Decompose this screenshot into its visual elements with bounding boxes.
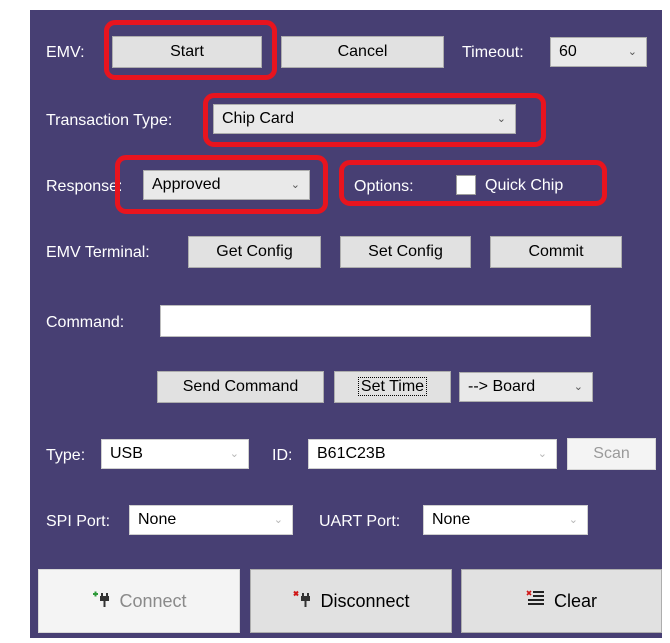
disconnect-button[interactable]: Disconnect bbox=[250, 569, 452, 633]
chevron-down-icon: ⌄ bbox=[496, 113, 506, 125]
scan-label: Scan bbox=[593, 445, 630, 462]
uart-port-value: None bbox=[432, 511, 471, 528]
start-button-label: Start bbox=[170, 43, 204, 60]
start-button[interactable]: Start bbox=[112, 36, 262, 68]
set-config-label: Set Config bbox=[368, 243, 443, 260]
target-value: --> Board bbox=[468, 378, 536, 395]
scan-button[interactable]: Scan bbox=[567, 438, 656, 470]
chevron-down-icon: ⌄ bbox=[273, 514, 283, 526]
clear-button[interactable]: Clear bbox=[461, 569, 662, 633]
get-config-button[interactable]: Get Config bbox=[188, 236, 321, 268]
emv-terminal-label: EMV Terminal: bbox=[46, 244, 150, 261]
chevron-down-icon: ⌄ bbox=[627, 46, 637, 58]
command-label: Command: bbox=[46, 314, 125, 331]
type-label: Type: bbox=[46, 447, 86, 464]
response-dropdown[interactable]: Approved ⌄ bbox=[143, 170, 310, 200]
transaction-type-value: Chip Card bbox=[222, 110, 295, 127]
target-dropdown[interactable]: --> Board ⌄ bbox=[459, 372, 593, 402]
clear-list-icon bbox=[526, 571, 546, 633]
quick-chip-label[interactable]: Quick Chip bbox=[485, 176, 563, 196]
transaction-type-dropdown[interactable]: Chip Card ⌄ bbox=[213, 104, 516, 134]
commit-label: Commit bbox=[528, 243, 584, 260]
send-command-button[interactable]: Send Command bbox=[157, 371, 324, 403]
commit-button[interactable]: Commit bbox=[490, 236, 622, 268]
uart-port-label: UART Port: bbox=[319, 513, 401, 530]
timeout-value: 60 bbox=[559, 43, 577, 60]
timeout-label: Timeout: bbox=[462, 44, 524, 61]
emv-label: EMV: bbox=[46, 44, 85, 61]
chevron-down-icon: ⌄ bbox=[568, 514, 578, 526]
options-label: Options: bbox=[354, 178, 414, 195]
chevron-down-icon: ⌄ bbox=[537, 448, 547, 460]
set-time-button[interactable]: Set Time bbox=[334, 371, 451, 403]
connect-button[interactable]: Connect bbox=[38, 569, 240, 633]
disconnect-label: Disconnect bbox=[320, 591, 410, 611]
type-value: USB bbox=[110, 445, 143, 462]
transaction-type-label: Transaction Type: bbox=[46, 112, 173, 129]
chevron-down-icon: ⌄ bbox=[290, 179, 300, 191]
set-config-button[interactable]: Set Config bbox=[340, 236, 471, 268]
connect-label: Connect bbox=[119, 591, 187, 611]
id-label: ID: bbox=[272, 447, 293, 464]
clear-label: Clear bbox=[553, 591, 597, 611]
timeout-dropdown[interactable]: 60 ⌄ bbox=[550, 37, 647, 67]
set-time-label: Set Time bbox=[357, 377, 428, 396]
quick-chip-checkbox[interactable] bbox=[456, 175, 476, 195]
plug-connect-icon bbox=[91, 571, 111, 633]
spi-port-label: SPI Port: bbox=[46, 513, 111, 530]
id-dropdown[interactable]: B61C23B ⌄ bbox=[308, 439, 557, 469]
response-value: Approved bbox=[152, 176, 221, 193]
send-command-label: Send Command bbox=[182, 378, 299, 395]
plug-disconnect-icon bbox=[292, 571, 312, 633]
uart-port-dropdown[interactable]: None ⌄ bbox=[423, 505, 588, 535]
spi-port-dropdown[interactable]: None ⌄ bbox=[129, 505, 293, 535]
response-label: Response: bbox=[46, 178, 123, 195]
chevron-down-icon: ⌄ bbox=[229, 448, 239, 460]
id-value: B61C23B bbox=[317, 445, 386, 462]
spi-port-value: None bbox=[138, 511, 177, 528]
chevron-down-icon: ⌄ bbox=[573, 381, 583, 393]
get-config-label: Get Config bbox=[216, 243, 293, 260]
cancel-button[interactable]: Cancel bbox=[281, 36, 444, 68]
type-dropdown[interactable]: USB ⌄ bbox=[101, 439, 249, 469]
cancel-button-label: Cancel bbox=[337, 43, 388, 60]
command-input[interactable] bbox=[160, 305, 591, 337]
